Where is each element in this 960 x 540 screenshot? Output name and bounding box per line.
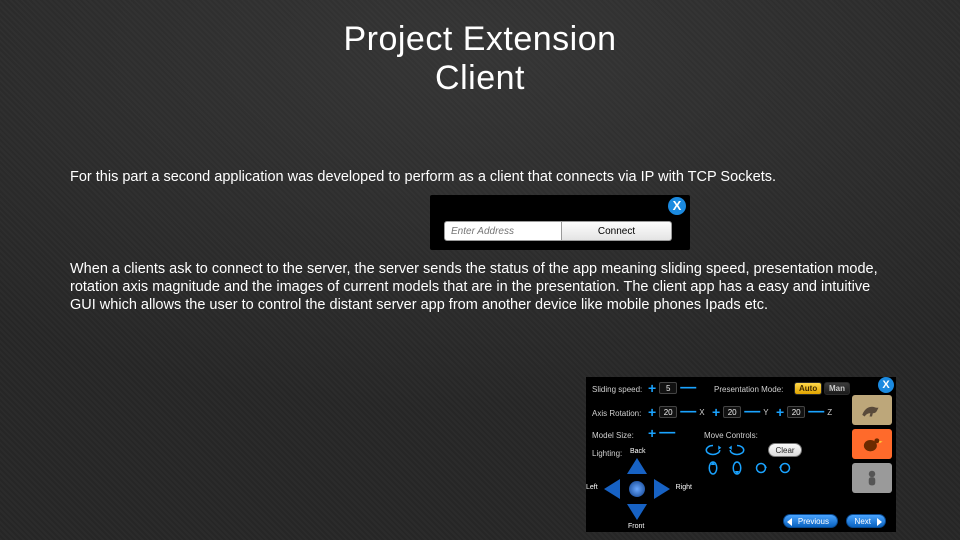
model-thumbnails [852, 395, 892, 493]
axis-z-value: 20 [787, 406, 805, 418]
thumbnail-figure[interactable] [852, 463, 892, 493]
rotate-ccw-icon[interactable] [776, 461, 794, 475]
previous-button[interactable]: Previous [783, 514, 838, 528]
intro-paragraph-2: When a clients ask to connect to the ser… [70, 260, 890, 314]
arrow-left-icon[interactable] [604, 479, 620, 499]
plus-icon[interactable]: + [648, 383, 656, 393]
plus-icon[interactable]: + [712, 407, 720, 417]
minus-icon[interactable]: — [659, 429, 675, 437]
rotate-cw-icon[interactable] [752, 461, 770, 475]
thumbnail-horse[interactable] [852, 395, 892, 425]
sliding-speed-stepper[interactable]: + 5 — [648, 382, 696, 394]
axis-x-value: 20 [659, 406, 677, 418]
presentation-mode-label: Presentation Mode: [714, 385, 783, 394]
mode-man-button[interactable]: Man [824, 382, 850, 395]
plus-icon[interactable]: + [648, 407, 656, 417]
title-line-1: Project Extension [343, 20, 616, 58]
address-input[interactable] [444, 221, 562, 241]
next-button[interactable]: Next [846, 514, 886, 528]
thumbnail-turkey[interactable] [852, 429, 892, 459]
connect-panel-mockup: X Connect [430, 195, 690, 250]
dpad-center[interactable] [629, 481, 645, 497]
connect-button[interactable]: Connect [562, 221, 672, 241]
client-gui-mockup: X Sliding speed: + 5 — Presentation Mode… [586, 377, 896, 532]
dir-back-label: Back [630, 448, 646, 455]
sliding-speed-value: 5 [659, 382, 677, 394]
minus-icon[interactable]: — [680, 408, 696, 416]
dir-right-label: Right [676, 484, 692, 491]
chevron-left-icon [787, 518, 792, 526]
dir-front-label: Front [628, 523, 644, 530]
rotate-down-icon[interactable] [728, 461, 746, 475]
plus-icon[interactable]: + [648, 428, 656, 438]
next-label: Next [855, 517, 871, 526]
axis-x-stepper[interactable]: + 20 — X [648, 406, 705, 418]
chevron-right-icon [877, 518, 882, 526]
clear-button[interactable]: Clear [768, 443, 802, 457]
axis-x-label: X [699, 408, 704, 417]
mode-auto-button[interactable]: Auto [794, 382, 822, 395]
model-size-label: Model Size: [592, 431, 634, 440]
axis-rotation-label: Axis Rotation: [592, 409, 641, 418]
minus-icon[interactable]: — [744, 408, 760, 416]
minus-icon[interactable]: — [808, 408, 824, 416]
axis-z-label: Z [827, 408, 832, 417]
minus-icon[interactable]: — [680, 384, 696, 392]
sliding-speed-label: Sliding speed: [592, 385, 642, 394]
move-controls-label: Move Controls: [704, 431, 758, 440]
axis-y-stepper[interactable]: + 20 — Y [712, 406, 769, 418]
axis-z-stepper[interactable]: + 20 — Z [776, 406, 832, 418]
arrow-right-icon[interactable] [654, 479, 670, 499]
previous-label: Previous [798, 517, 829, 526]
dir-left-label: Left [586, 484, 598, 491]
rotate-left-icon[interactable] [704, 443, 722, 457]
model-size-stepper[interactable]: + — [648, 428, 675, 438]
slide-title: Project Extension Client [0, 0, 960, 98]
close-icon[interactable]: X [878, 377, 894, 393]
axis-y-value: 20 [723, 406, 741, 418]
lighting-dpad[interactable]: Back Front Left Right [600, 452, 674, 526]
plus-icon[interactable]: + [776, 407, 784, 417]
axis-y-label: Y [763, 408, 768, 417]
close-icon[interactable]: X [668, 197, 686, 215]
title-line-2: Client [435, 59, 525, 97]
rotate-up-icon[interactable] [704, 461, 722, 475]
arrow-down-icon[interactable] [627, 504, 647, 520]
rotate-right-icon[interactable] [728, 443, 746, 457]
intro-paragraph-1: For this part a second application was d… [70, 168, 890, 186]
arrow-up-icon[interactable] [627, 458, 647, 474]
